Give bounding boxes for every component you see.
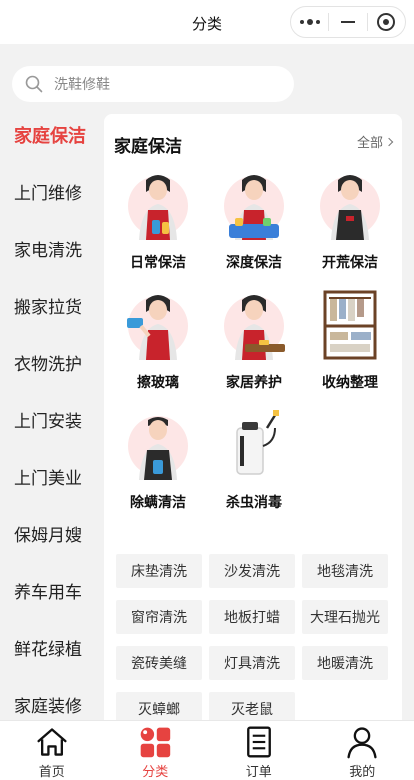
tab-profile[interactable]: 我的 [311, 721, 414, 780]
tag-carpet-cleaning[interactable]: 地毯清洗 [302, 554, 388, 588]
view-all-label: 全部 [356, 135, 383, 150]
service-label: 日常保洁 [130, 254, 186, 270]
cleaner-male-icon [128, 416, 188, 480]
service-label: 深度保洁 [226, 254, 282, 270]
cleaner-with-supplies-icon [128, 175, 188, 240]
cleaner-with-bucket-icon [224, 175, 284, 240]
more-button[interactable] [291, 7, 328, 37]
sub-service-tags: 床垫清洗 沙发清洗 地毯清洗 窗帘清洗 地板打蜡 大理石抛光 瓷砖美缝 灯具清洗… [116, 554, 396, 720]
sidebar-item-moving[interactable]: 搬家拉货 [0, 277, 104, 334]
sidebar-item-home-cleaning[interactable]: 家庭保洁 [0, 106, 104, 163]
sidebar-item-car[interactable]: 养车用车 [0, 562, 104, 619]
cleaner-window-icon [127, 295, 188, 360]
search-placeholder: 洗鞋修鞋 [54, 76, 110, 92]
sidebar-item-installation[interactable]: 上门安装 [0, 391, 104, 448]
sidebar-item-beauty[interactable]: 上门美业 [0, 448, 104, 505]
bottom-tab-bar: 首页 分类 订单 我的 [0, 720, 414, 780]
tab-label: 首页 [38, 764, 65, 779]
service-grid: 日常保洁 深度保洁 开荒保洁 擦玻璃 家居养护 收纳整理 除螨清洁 杀虫消毒 [110, 166, 398, 512]
service-label: 家居养护 [226, 374, 282, 390]
minimize-button[interactable] [329, 7, 366, 37]
service-label: 擦玻璃 [137, 374, 179, 390]
tab-orders[interactable]: 订单 [207, 721, 311, 780]
sidebar-item-renovation[interactable]: 家庭装修 [0, 676, 104, 720]
service-pest-disinfection[interactable]: 杀虫消毒 [206, 406, 302, 512]
tag-marble-polishing[interactable]: 大理石抛光 [302, 600, 388, 634]
profile-icon [347, 727, 377, 759]
service-post-renovation-cleaning[interactable]: 开荒保洁 [302, 166, 398, 272]
service-window-cleaning[interactable]: 擦玻璃 [110, 286, 206, 392]
service-label: 开荒保洁 [322, 254, 378, 270]
sidebar-item-appliance-cleaning[interactable]: 家电清洗 [0, 220, 104, 277]
tab-label: 我的 [349, 764, 376, 779]
tag-lamp-cleaning[interactable]: 灯具清洗 [209, 646, 295, 680]
cleaner-furniture-icon [224, 295, 285, 360]
cleaner-apron-icon [320, 175, 380, 240]
sidebar-item-laundry[interactable]: 衣物洗护 [0, 334, 104, 391]
tab-category[interactable]: 分类 [104, 721, 208, 780]
tag-floor-heating-cleaning[interactable]: 地暖清洗 [302, 646, 388, 680]
view-all-link[interactable]: 全部 [356, 132, 394, 151]
service-label: 除螨清洁 [130, 494, 186, 510]
service-deep-cleaning[interactable]: 深度保洁 [206, 166, 302, 272]
chevron-right-icon [384, 137, 394, 146]
navigation-bar: 分类 [0, 0, 414, 44]
service-furniture-care[interactable]: 家居养护 [206, 286, 302, 392]
tab-label: 分类 [142, 764, 169, 779]
tag-floor-waxing[interactable]: 地板打蜡 [209, 600, 295, 634]
home-icon [37, 728, 67, 756]
category-sidebar: 家庭保洁 上门维修 家电清洗 搬家拉货 衣物洗护 上门安装 上门美业 保姆月嫂 … [0, 106, 104, 720]
service-label: 杀虫消毒 [226, 494, 282, 510]
tag-curtain-cleaning[interactable]: 窗帘清洗 [116, 600, 202, 634]
close-target-icon [377, 13, 396, 31]
tab-label: 订单 [245, 764, 272, 779]
tab-home[interactable]: 首页 [0, 721, 104, 780]
service-daily-cleaning[interactable]: 日常保洁 [110, 166, 206, 272]
sidebar-item-repair[interactable]: 上门维修 [0, 163, 104, 220]
sprayer-icon [236, 410, 279, 475]
sidebar-item-nanny[interactable]: 保姆月嫂 [0, 505, 104, 562]
service-mite-removal[interactable]: 除螨清洁 [110, 406, 206, 512]
minimize-icon [340, 21, 355, 23]
service-label: 收纳整理 [322, 374, 378, 390]
service-storage-organizing[interactable]: 收纳整理 [302, 286, 398, 392]
section-heading: 家庭保洁 [114, 137, 182, 156]
category-content-panel: 家庭保洁 全部 日常保洁 深度保洁 开荒保洁 擦玻璃 家居养护 收纳整理 除螨清… [104, 114, 402, 720]
wardrobe-rack-icon [323, 290, 377, 360]
sidebar-item-flowers[interactable]: 鲜花绿植 [0, 619, 104, 676]
more-dots-icon [299, 19, 320, 25]
tag-sofa-cleaning[interactable]: 沙发清洗 [209, 554, 295, 588]
close-button[interactable] [368, 7, 405, 37]
search-bar[interactable]: 洗鞋修鞋 [12, 66, 294, 102]
category-icon [140, 727, 171, 758]
tag-tile-grouting[interactable]: 瓷砖美缝 [116, 646, 202, 680]
tag-rodent-control[interactable]: 灭老鼠 [209, 692, 295, 720]
search-icon [25, 75, 43, 93]
tag-mattress-cleaning[interactable]: 床垫清洗 [116, 554, 202, 588]
tag-cockroach-control[interactable]: 灭蟑螂 [116, 692, 202, 720]
mini-program-capsule [290, 6, 406, 38]
order-icon [246, 726, 271, 758]
